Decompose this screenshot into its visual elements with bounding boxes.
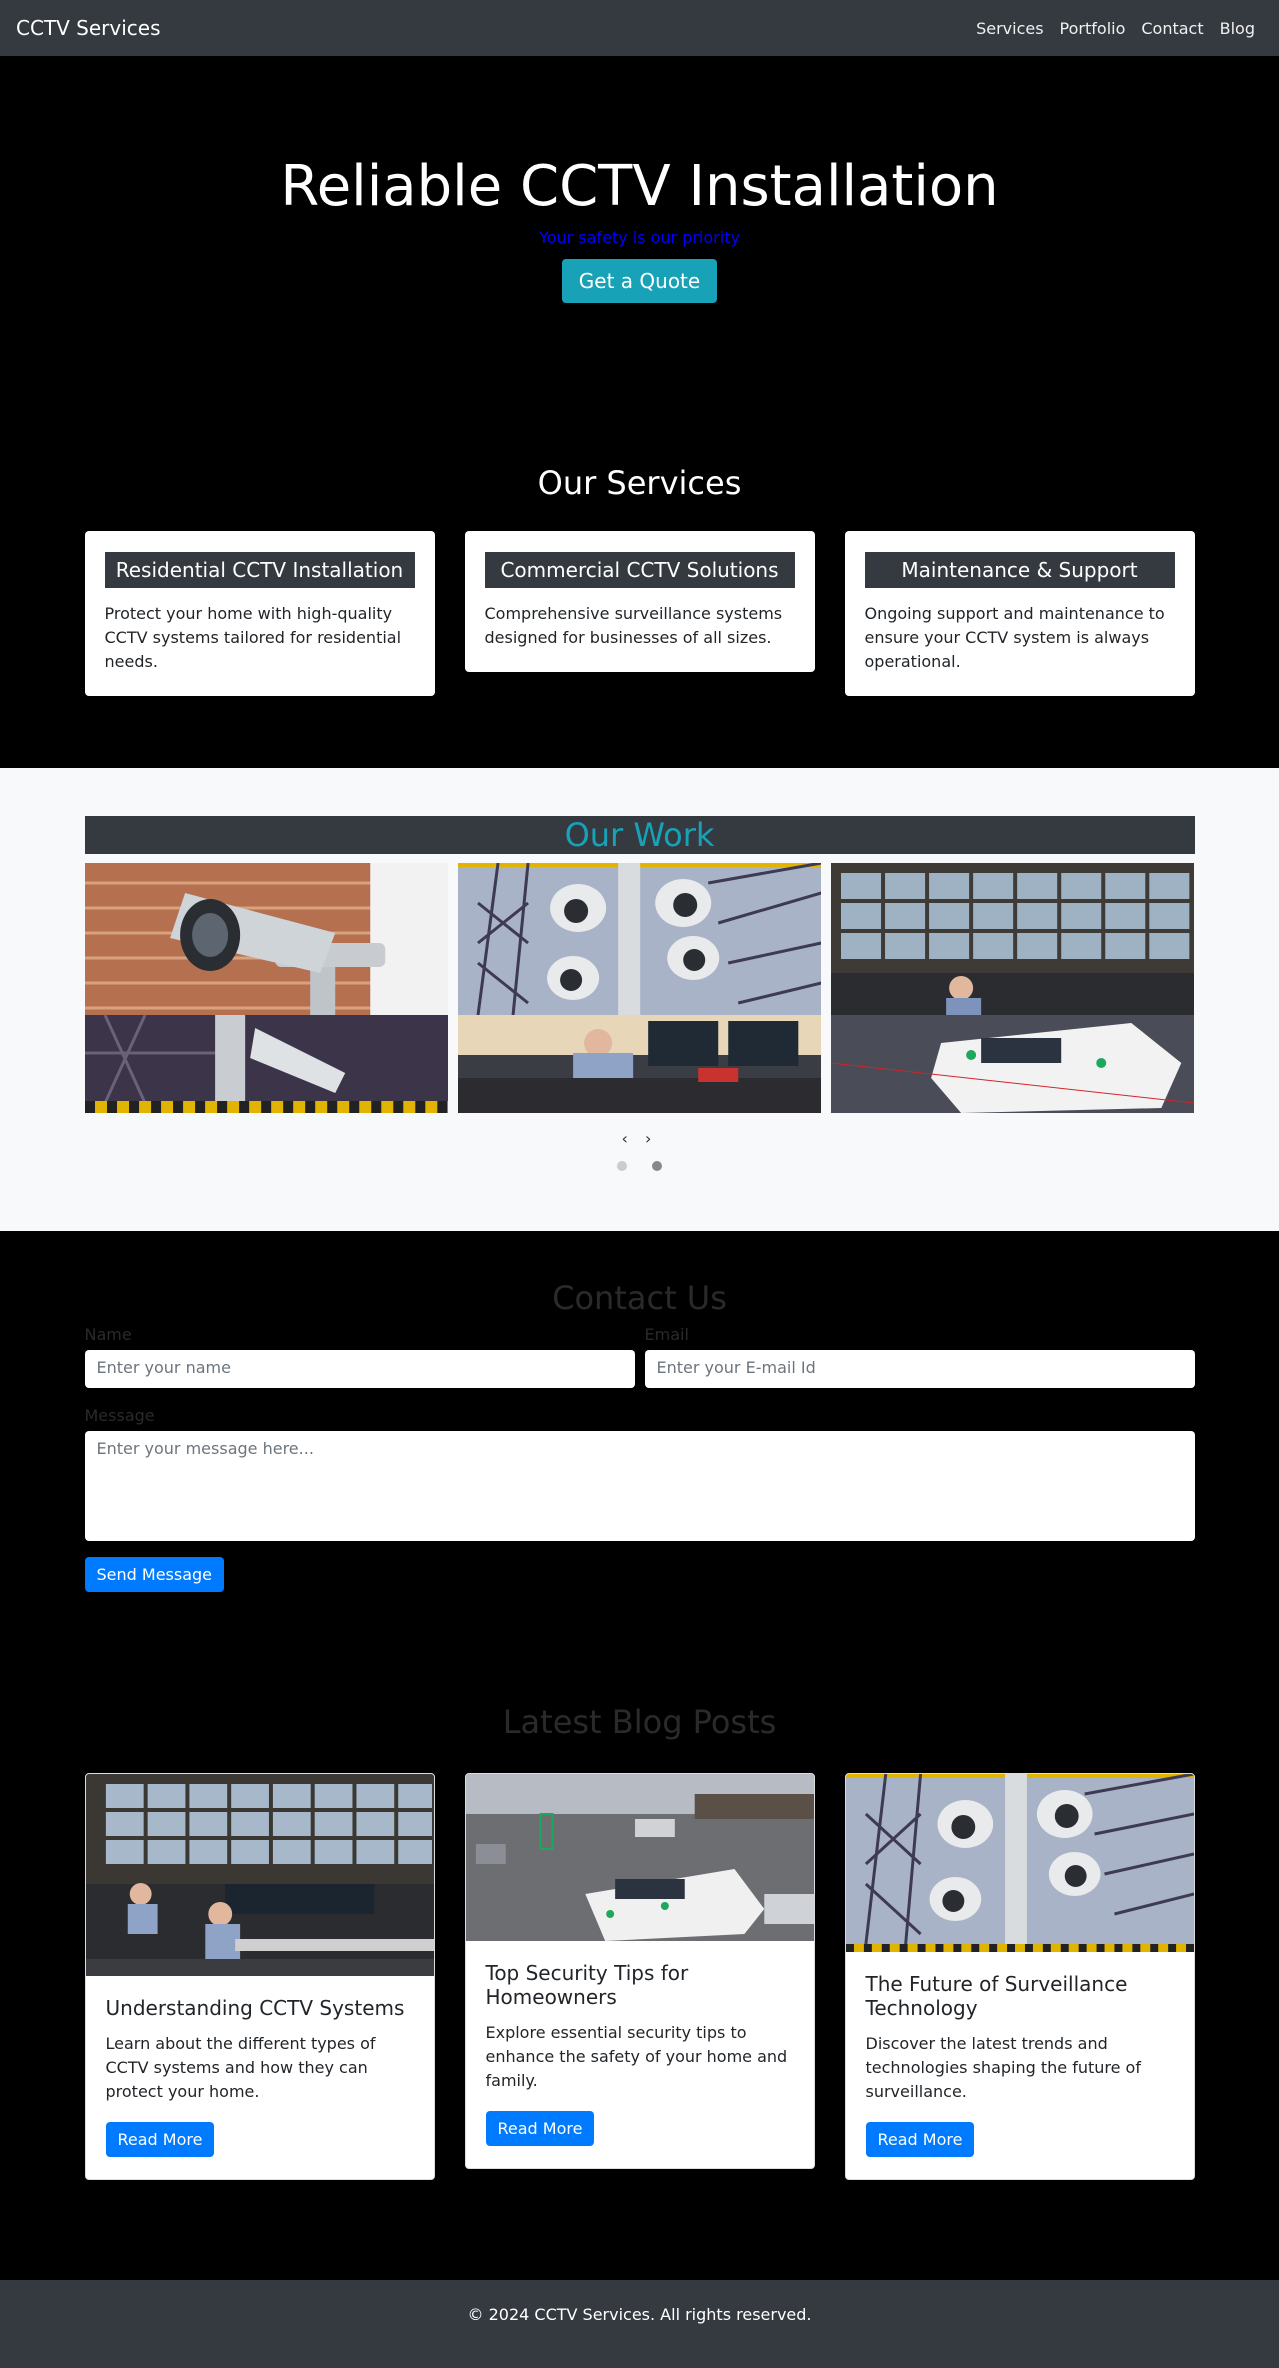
message-textarea[interactable]: Enter your message here... <box>84 1431 1195 1541</box>
blog-card: Top Security Tips for Homeowners Explore… <box>464 1773 815 2169</box>
service-card-title: Commercial CCTV Solutions <box>484 552 795 588</box>
service-card-title: Maintenance & Support <box>864 552 1175 588</box>
read-more-button[interactable]: Read More <box>485 2111 595 2146</box>
service-card-text: Protect your home with high-quality CCTV… <box>104 604 402 671</box>
carousel-controls: ‹ › <box>0 1129 1279 1148</box>
blog-post-excerpt: Learn about the different types of CCTV … <box>105 2034 376 2101</box>
send-message-button[interactable]: Send Message <box>84 1557 225 1592</box>
read-more-button[interactable]: Read More <box>105 2122 215 2157</box>
portfolio-title: Our Work <box>84 816 1195 854</box>
nav-link-contact[interactable]: Contact <box>1141 19 1203 38</box>
nav-link-blog[interactable]: Blog <box>1220 19 1255 38</box>
nav-links: Services Portfolio Contact Blog <box>976 19 1263 38</box>
service-card: Commercial CCTV Solutions Comprehensive … <box>464 531 815 672</box>
blog-post-excerpt: Discover the latest trends and technolog… <box>865 2034 1141 2101</box>
portfolio-image-pole-cameras <box>457 863 822 1113</box>
service-card: Residential CCTV Installation Protect yo… <box>84 531 435 696</box>
portfolio-image-wall-camera <box>84 863 448 1113</box>
portfolio-carousel[interactable] <box>84 863 1195 1113</box>
portfolio-image-control-room <box>831 863 1195 1113</box>
service-card: Maintenance & Support Ongoing support an… <box>844 531 1195 696</box>
email-label: Email <box>644 1325 689 1344</box>
nav-link-services[interactable]: Services <box>976 19 1043 38</box>
blog-post-excerpt: Explore essential security tips to enhan… <box>485 2023 788 2090</box>
blog-card: Understanding CCTV Systems Learn about t… <box>84 1773 435 2180</box>
service-card-text: Comprehensive surveillance systems desig… <box>484 604 783 647</box>
contact-section: Contact Us Name Enter your name Email En… <box>0 1231 1279 1667</box>
contact-title: Contact Us <box>552 1279 727 1317</box>
blog-post-title: The Future of Surveillance Technology <box>865 1972 1128 2020</box>
carousel-prev-button[interactable]: ‹ <box>622 1129 634 1148</box>
blog-title: Latest Blog Posts <box>502 1703 777 1741</box>
portfolio-section: Our Work ‹ › <box>0 768 1279 1231</box>
carousel-indicators <box>0 1156 1279 1175</box>
name-input[interactable]: Enter your name <box>84 1350 635 1388</box>
blog-post-title: Understanding CCTV Systems <box>105 1996 405 2020</box>
nav-link-portfolio[interactable]: Portfolio <box>1060 19 1126 38</box>
carousel-next-button[interactable]: › <box>645 1129 657 1148</box>
services-section: Our Services Residential CCTV Installati… <box>0 396 1279 768</box>
message-label: Message <box>84 1406 155 1425</box>
brand-logo[interactable]: CCTV Services <box>16 16 161 40</box>
read-more-button[interactable]: Read More <box>865 2122 975 2157</box>
footer: © 2024 CCTV Services. All rights reserve… <box>0 2280 1279 2368</box>
blog-image-parking-lot <box>465 1774 814 1941</box>
navbar: CCTV Services Services Portfolio Contact… <box>0 0 1279 56</box>
blog-post-title: Top Security Tips for Homeowners <box>485 1961 689 2009</box>
footer-copyright: © 2024 CCTV Services. All rights reserve… <box>467 2305 812 2324</box>
service-card-title: Residential CCTV Installation <box>104 552 415 588</box>
blog-card: The Future of Surveillance Technology Di… <box>844 1773 1195 2180</box>
hero-title: Reliable CCTV Installation <box>280 154 999 219</box>
services-title: Our Services <box>537 464 742 502</box>
carousel-indicator-active[interactable] <box>652 1161 663 1171</box>
contact-form: Name Enter your name Email Enter your E-… <box>84 1325 1195 1592</box>
get-quote-button[interactable]: Get a Quote <box>561 258 718 303</box>
hero-tagline: Your safety is our priority <box>539 227 740 247</box>
hero-section: Reliable CCTV Installation Your safety i… <box>0 56 1279 396</box>
blog-image-pole-cameras <box>845 1774 1194 1952</box>
blog-image-control-room <box>85 1774 434 1976</box>
name-label: Name <box>84 1325 132 1344</box>
service-card-text: Ongoing support and maintenance to ensur… <box>864 604 1165 671</box>
blog-section: Latest Blog Posts Understanding CCTV Sys… <box>0 1667 1279 2280</box>
carousel-indicator[interactable] <box>616 1161 627 1171</box>
email-input[interactable]: Enter your E-mail Id <box>644 1350 1195 1388</box>
